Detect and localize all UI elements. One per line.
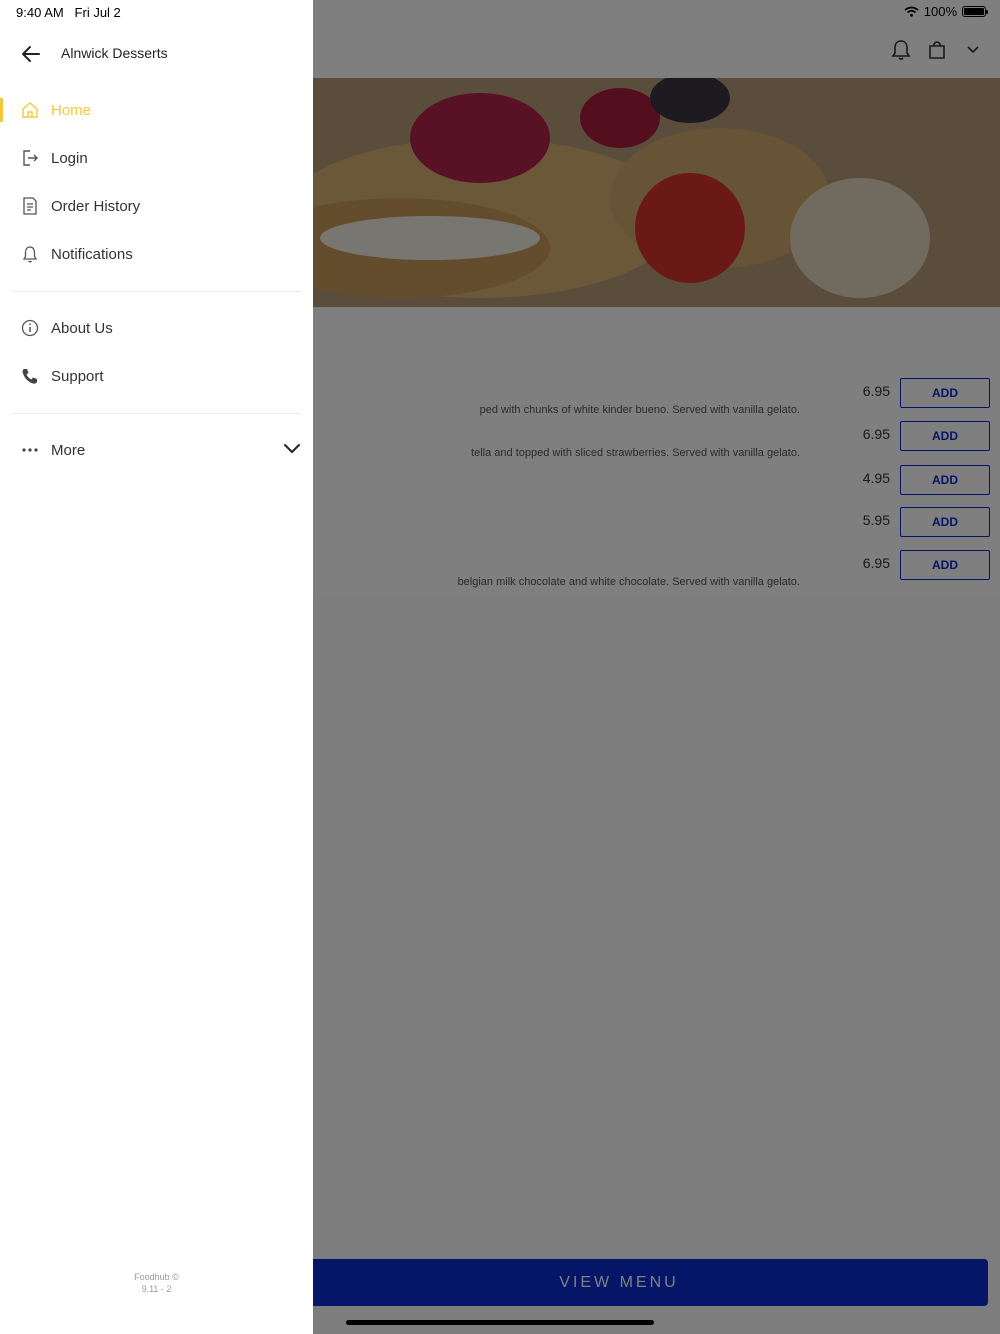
battery-level	[964, 8, 984, 15]
nav-item-login[interactable]: Login	[0, 138, 313, 178]
nav-item-label: About Us	[51, 319, 113, 337]
nav-item-label: More	[51, 441, 86, 459]
drawer-title: Alnwick Desserts	[61, 45, 168, 61]
bell-icon	[20, 244, 40, 264]
status-date: Fri Jul 2	[74, 5, 121, 20]
receipt-icon	[20, 196, 40, 216]
nav-item-label: Order History	[51, 197, 141, 215]
status-bar: 9:40 AM Fri Jul 2 100%	[0, 0, 1000, 24]
home-icon	[20, 100, 40, 120]
active-indicator	[0, 98, 3, 122]
more-dots-icon	[20, 440, 40, 460]
chevron-down-icon[interactable]	[283, 440, 301, 458]
nav-item-label: Home	[51, 101, 92, 119]
status-clock: 9:40 AM	[16, 5, 64, 20]
info-icon	[20, 318, 40, 338]
login-icon	[20, 148, 40, 168]
nav-item-order-history[interactable]: Order History	[0, 186, 313, 226]
nav-item-home[interactable]: Home	[0, 90, 313, 130]
footer-brand: Foodhub ©	[134, 1272, 179, 1282]
divider	[12, 291, 301, 292]
app-footer: Foodhub © 9.11 - 2	[0, 1271, 313, 1295]
battery-percent: 100%	[923, 4, 957, 19]
back-button[interactable]	[18, 42, 44, 66]
nav-item-about-us[interactable]: About Us	[0, 308, 313, 348]
nav-item-label: Login	[51, 149, 88, 167]
phone-icon	[20, 366, 40, 386]
nav-item-label: Support	[51, 367, 104, 385]
battery-icon	[962, 6, 988, 17]
wifi-icon	[904, 6, 919, 17]
nav-drawer: Alnwick Desserts Home Login Order Histor…	[0, 0, 313, 1334]
nav-item-label: Notifications	[51, 245, 133, 263]
nav-item-support[interactable]: Support	[0, 356, 313, 396]
nav-item-more[interactable]: More	[0, 430, 313, 470]
home-indicator	[346, 1320, 654, 1325]
footer-version: 9.11 - 2	[141, 1284, 172, 1294]
divider	[12, 413, 301, 414]
status-indicators: 100%	[904, 4, 988, 19]
status-time: 9:40 AM Fri Jul 2	[16, 5, 121, 20]
arrow-left-icon	[22, 46, 40, 62]
drawer-header: Alnwick Desserts	[0, 36, 313, 72]
nav-item-notifications[interactable]: Notifications	[0, 234, 313, 274]
